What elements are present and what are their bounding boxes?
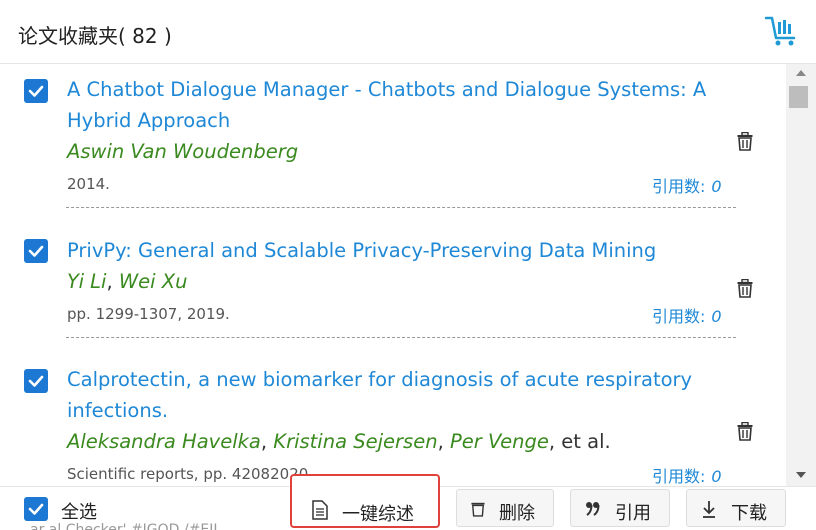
scroll-thumb[interactable] — [789, 86, 808, 108]
document-icon — [312, 500, 328, 520]
select-all-label[interactable]: 全选 — [61, 498, 97, 524]
item-divider — [66, 207, 736, 208]
check-icon — [28, 503, 44, 515]
panel-header: 论文收藏夹( 82 ) — [0, 0, 816, 64]
download-button-label: 下载 — [731, 503, 767, 524]
check-icon — [28, 245, 44, 257]
et-al-text: , et al. — [548, 430, 611, 453]
citation-number: 0 — [711, 467, 722, 486]
trash-icon — [471, 502, 485, 517]
download-icon — [703, 501, 715, 518]
paper-meta: pp. 1299-1307, 2019. — [67, 305, 230, 323]
favorites-panel: 论文收藏夹( 82 ) A Chatbot Dialogue Manager -… — [0, 0, 816, 530]
list-scrollbar[interactable] — [786, 64, 816, 486]
summary-button-label: 一键综述 — [342, 504, 414, 525]
citation-number: 0 — [711, 307, 722, 326]
paper-checkbox[interactable] — [24, 79, 48, 103]
citation-count: 引用数: 0 — [652, 303, 722, 327]
download-button[interactable]: 下载 — [686, 489, 786, 527]
underlying-page-text: ar al Checker' #IGOD /#EII — [30, 522, 218, 530]
cart-icon[interactable] — [764, 14, 800, 48]
item-divider — [66, 337, 736, 338]
cite-button-label: 引用 — [615, 503, 651, 524]
panel-title: 论文收藏夹( 82 ) — [18, 24, 172, 48]
paper-item: Calprotectin, a new biomarker for diagno… — [0, 354, 786, 486]
paper-meta: Scientific reports, pp. 42082020. — [67, 465, 314, 483]
author-name[interactable]: Wei Xu — [119, 270, 188, 293]
paper-meta: 2014. — [67, 175, 110, 193]
citation-count: 引用数: 0 — [652, 173, 722, 197]
paper-authors: Aleksandra Havelka, Kristina Sejersen, P… — [67, 430, 611, 453]
paper-checkbox[interactable] — [24, 369, 48, 393]
paper-list: A Chatbot Dialogue Manager - Chatbots an… — [0, 64, 786, 486]
paper-title[interactable]: A Chatbot Dialogue Manager - Chatbots an… — [67, 74, 707, 136]
one-click-summary-button[interactable]: 一键综述 — [290, 474, 440, 528]
quote-icon — [586, 502, 600, 516]
trash-icon[interactable] — [737, 422, 753, 441]
trash-icon[interactable] — [737, 279, 753, 298]
paper-item: A Chatbot Dialogue Manager - Chatbots an… — [0, 64, 786, 224]
delete-button[interactable]: 删除 — [456, 489, 554, 527]
citation-number: 0 — [711, 177, 722, 196]
citation-label: 引用数: — [652, 177, 706, 196]
scroll-down-arrow-icon[interactable] — [796, 472, 806, 478]
author-name[interactable]: Aleksandra Havelka — [67, 430, 261, 453]
citation-label: 引用数: — [652, 307, 706, 326]
paper-title[interactable]: PrivPy: General and Scalable Privacy-Pre… — [67, 235, 707, 266]
check-icon — [28, 85, 44, 97]
check-icon — [28, 375, 44, 387]
paper-title[interactable]: Calprotectin, a new biomarker for diagno… — [67, 364, 707, 426]
author-name[interactable]: Yi Li — [67, 270, 106, 293]
paper-authors: Yi Li, Wei Xu — [67, 270, 188, 293]
author-name[interactable]: Aswin Van Woudenberg — [67, 140, 298, 163]
paper-checkbox[interactable] — [24, 239, 48, 263]
author-name[interactable]: Per Venge — [450, 430, 549, 453]
trash-icon[interactable] — [737, 132, 753, 151]
citation-count: 引用数: 0 — [652, 463, 722, 486]
author-name[interactable]: Kristina Sejersen — [273, 430, 437, 453]
citation-label: 引用数: — [652, 467, 706, 486]
cite-button[interactable]: 引用 — [570, 489, 670, 527]
paper-item: PrivPy: General and Scalable Privacy-Pre… — [0, 224, 786, 354]
delete-button-label: 删除 — [499, 503, 535, 524]
select-all-checkbox[interactable] — [24, 497, 48, 521]
paper-authors: Aswin Van Woudenberg — [67, 140, 298, 163]
scroll-up-arrow-icon[interactable] — [796, 70, 806, 76]
